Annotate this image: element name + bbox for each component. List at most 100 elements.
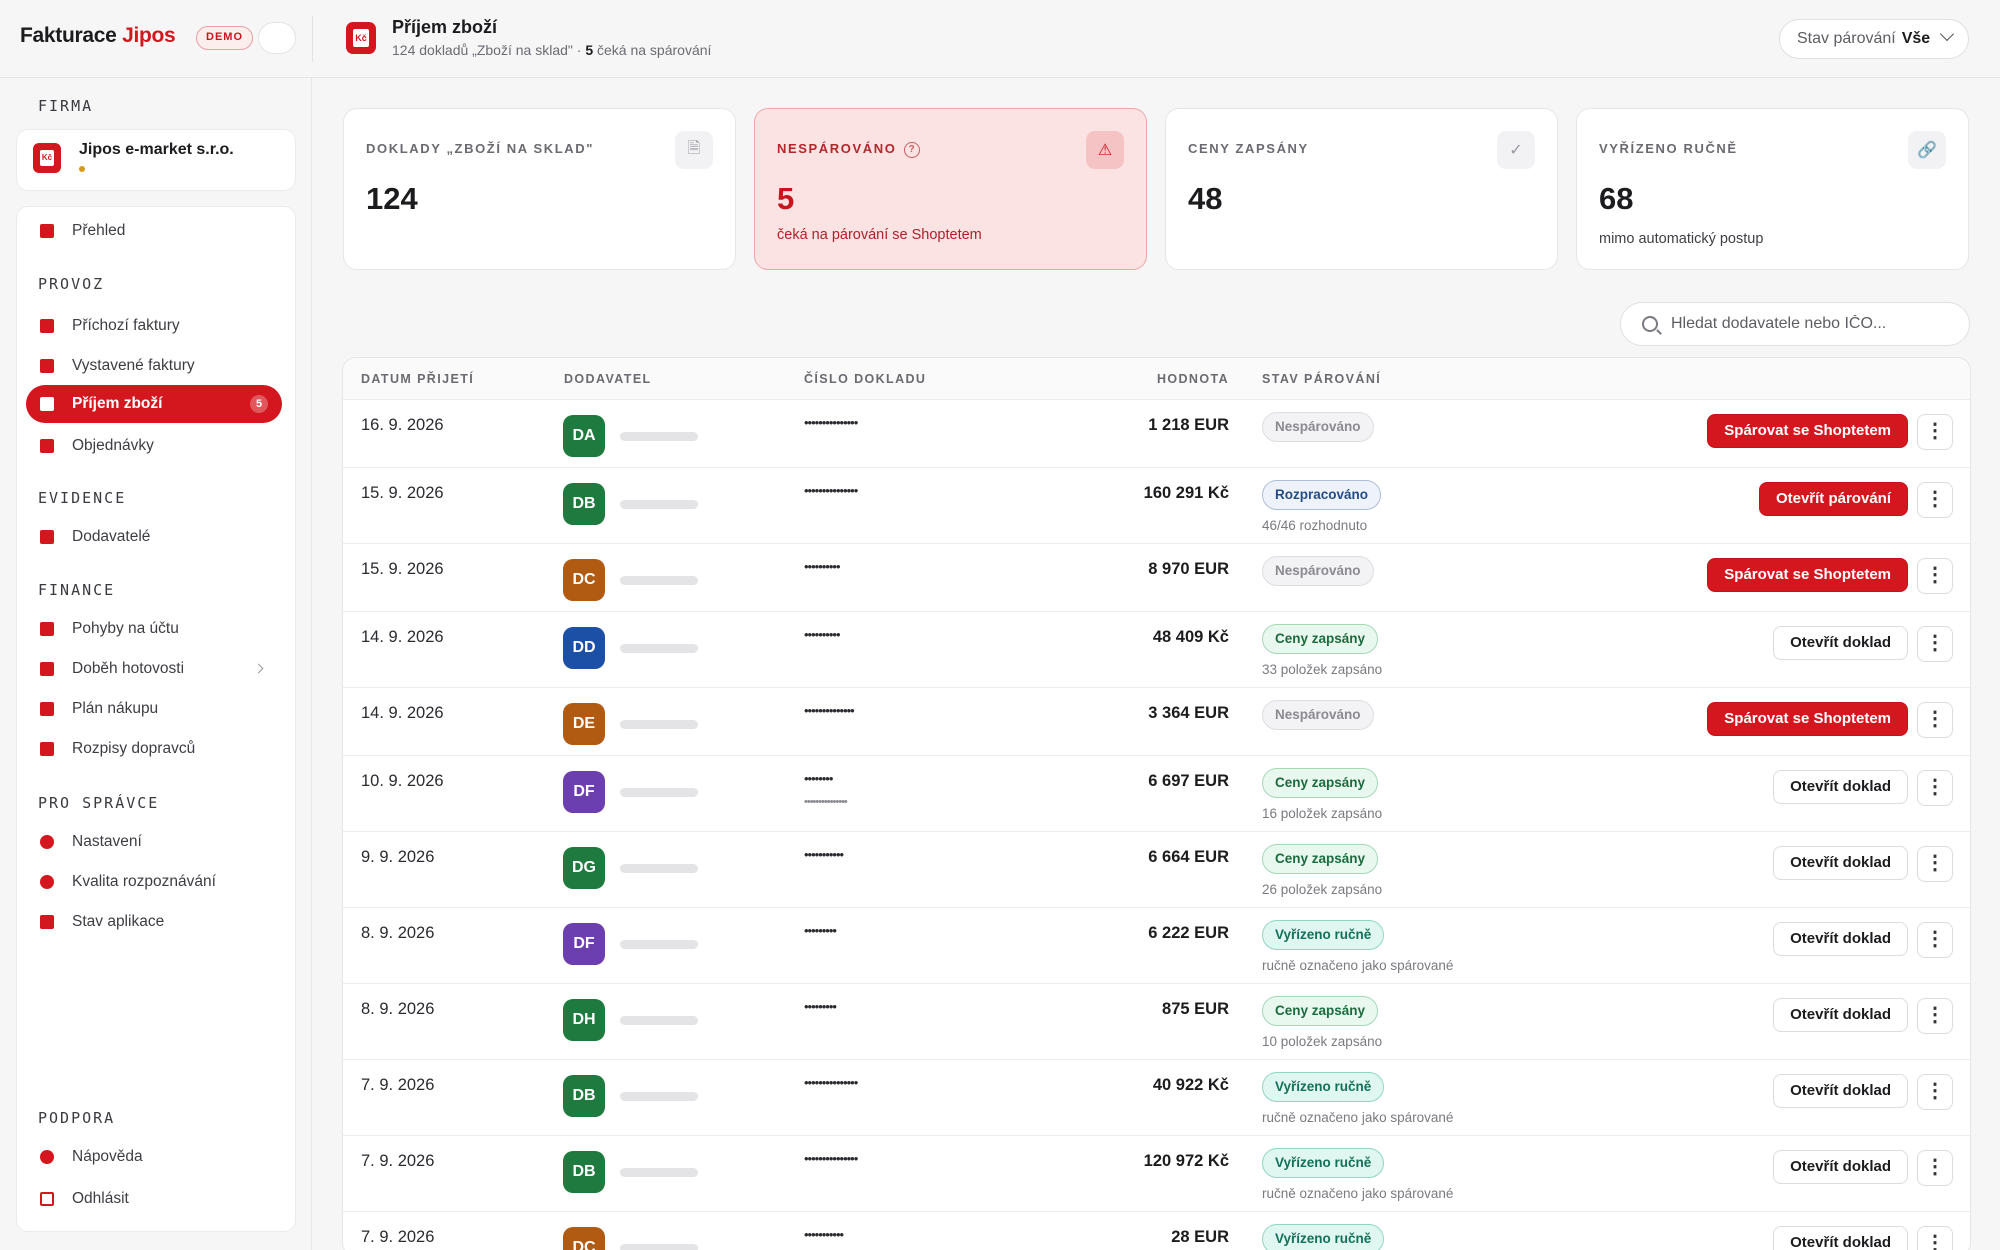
column-header-document[interactable]: ČÍSLO DOKLADU bbox=[804, 372, 926, 386]
section-label-admin: PRO SPRÁVCE bbox=[38, 794, 160, 812]
supplier-avatar: DF bbox=[563, 771, 605, 813]
table-row[interactable]: 14. 9. 2026 DD •••••••••• 48 409 Kč Ceny zap… bbox=[343, 612, 1970, 688]
row-action-button[interactable]: Spárovat se Shoptetem bbox=[1707, 414, 1908, 448]
supplier-name-redacted bbox=[620, 1244, 698, 1250]
row-action-button[interactable]: Otevřít doklad bbox=[1773, 770, 1908, 804]
more-options-icon[interactable]: ⋮ bbox=[1917, 702, 1953, 738]
help-icon[interactable]: ? bbox=[904, 141, 921, 158]
row-action-button[interactable]: Otevřít doklad bbox=[1773, 1150, 1908, 1184]
theme-toggle[interactable] bbox=[258, 22, 296, 54]
more-options-icon[interactable]: ⋮ bbox=[1917, 482, 1953, 518]
sidebar-item-purchase-plan[interactable]: Plán nákupu bbox=[26, 690, 282, 728]
supplier-search[interactable] bbox=[1620, 302, 1970, 346]
pairing-status-filter[interactable]: Stav párování Vše bbox=[1779, 19, 1969, 59]
sidebar-item-incoming-invoices[interactable]: Příchozí faktury bbox=[26, 307, 282, 345]
firm-logo-icon: Kč bbox=[33, 143, 61, 173]
more-options-icon[interactable]: ⋮ bbox=[1917, 1226, 1953, 1250]
table-row[interactable]: 15. 9. 2026 DB ••••••••••••••• 160 291 Kč Ro… bbox=[343, 468, 1970, 544]
sidebar-item-issued-invoices[interactable]: Vystavené faktury bbox=[26, 347, 282, 385]
table-row[interactable]: 9. 9. 2026 DG ••••••••••• 6 664 EUR Ceny zap… bbox=[343, 832, 1970, 908]
more-options-icon[interactable]: ⋮ bbox=[1917, 1150, 1953, 1186]
table-row[interactable]: 7. 9. 2026 DC ••••••••••• 28 EUR Vyřízeno ru… bbox=[343, 1212, 1970, 1250]
document-number: ••••••••••••••• bbox=[804, 415, 858, 430]
more-options-icon[interactable]: ⋮ bbox=[1917, 1074, 1953, 1110]
more-options-icon[interactable]: ⋮ bbox=[1917, 414, 1953, 450]
more-options-icon[interactable]: ⋮ bbox=[1917, 846, 1953, 882]
table-row[interactable]: 16. 9. 2026 DA ••••••••••••••• 1 218 EUR Nes… bbox=[343, 400, 1970, 468]
row-action-button[interactable]: Otevřít doklad bbox=[1773, 922, 1908, 956]
column-header-date[interactable]: DATUM PŘIJETÍ bbox=[361, 372, 474, 386]
section-label-firm: FIRMA bbox=[38, 97, 94, 115]
firm-switcher[interactable]: Kč Jipos e-market s.r.o. bbox=[16, 129, 296, 191]
row-action-button[interactable]: Otevřít doklad bbox=[1773, 998, 1908, 1032]
row-action-button[interactable]: Otevřít párování bbox=[1758, 482, 1908, 516]
main-content: DOKLADY „ZBOŽÍ NA SKLAD" 124 🗎 NESPÁROVÁ… bbox=[313, 78, 2000, 1250]
table-row[interactable]: 7. 9. 2026 DB ••••••••••••••• 40 922 Kč Vyří… bbox=[343, 1060, 1970, 1136]
supplier-name-redacted bbox=[620, 864, 698, 873]
stat-value: 68 bbox=[1599, 181, 1634, 216]
more-options-icon[interactable]: ⋮ bbox=[1917, 626, 1953, 662]
row-action-button[interactable]: Spárovat se Shoptetem bbox=[1707, 702, 1908, 736]
stat-card-manual[interactable]: VYŘÍZENO RUČNĚ 68 mimo automatický postu… bbox=[1576, 108, 1969, 270]
document-number: ••••••••••• bbox=[804, 1227, 844, 1242]
table-row[interactable]: 15. 9. 2026 DC •••••••••• 8 970 EUR Nespárov… bbox=[343, 544, 1970, 612]
column-header-value[interactable]: HODNOTA bbox=[1157, 372, 1229, 386]
receipt-date: 14. 9. 2026 bbox=[361, 704, 444, 722]
receipt-icon: Kč bbox=[346, 22, 376, 54]
column-header-supplier[interactable]: DODAVATEL bbox=[564, 372, 652, 386]
chevron-right-icon bbox=[253, 663, 264, 674]
search-input[interactable] bbox=[1671, 303, 1961, 345]
bank-icon bbox=[40, 622, 54, 636]
more-options-icon[interactable]: ⋮ bbox=[1917, 922, 1953, 958]
sidebar-item-goods-receipt[interactable]: Příjem zboží 5 bbox=[26, 385, 282, 423]
table-row[interactable]: 8. 9. 2026 DH ••••••••• 875 EUR Ceny zapsány… bbox=[343, 984, 1970, 1060]
sidebar-item-orders[interactable]: Objednávky bbox=[26, 427, 282, 465]
chevron-down-icon bbox=[1939, 26, 1955, 42]
sidebar-item-overview[interactable]: Přehled bbox=[26, 212, 282, 250]
status-note: 26 položek zapsáno bbox=[1262, 882, 1383, 897]
receipt-date: 10. 9. 2026 bbox=[361, 772, 444, 790]
section-label-support: PODPORA bbox=[38, 1109, 116, 1127]
stat-card-unmatched[interactable]: NESPÁROVÁNO? 5 čeká na párování se Shopt… bbox=[754, 108, 1147, 270]
header-divider bbox=[312, 16, 313, 62]
row-action-button[interactable]: Otevřít doklad bbox=[1773, 846, 1908, 880]
receipt-date: 8. 9. 2026 bbox=[361, 1000, 435, 1018]
sidebar-item-cash-run[interactable]: Doběh hotovosti bbox=[26, 650, 282, 688]
table-row[interactable]: 7. 9. 2026 DB ••••••••••••••• 120 972 Kč Vyř… bbox=[343, 1136, 1970, 1212]
more-options-icon[interactable]: ⋮ bbox=[1917, 998, 1953, 1034]
status-badge: Vyřízeno ručně bbox=[1262, 1072, 1385, 1102]
table-row[interactable]: 10. 9. 2026 DF •••••••• ••••••••••••••• 6 69… bbox=[343, 756, 1970, 832]
document-value: 875 EUR bbox=[1162, 1000, 1229, 1018]
document-value: 8 970 EUR bbox=[1148, 560, 1229, 578]
stat-card-documents[interactable]: DOKLADY „ZBOŽÍ NA SKLAD" 124 🗎 bbox=[343, 108, 736, 270]
supplier-name-redacted bbox=[620, 432, 698, 441]
sidebar-item-help[interactable]: Nápověda bbox=[26, 1138, 282, 1176]
top-bar: Fakturace Jipos DEMO Kč Příjem zboží 124… bbox=[0, 0, 2000, 78]
more-options-icon[interactable]: ⋮ bbox=[1917, 558, 1953, 594]
supplier-avatar: DE bbox=[563, 703, 605, 745]
table-row[interactable]: 8. 9. 2026 DF ••••••••• 6 222 EUR Vyřízeno r… bbox=[343, 908, 1970, 984]
table-row[interactable]: 14. 9. 2026 DE •••••••••••••• 3 364 EUR Nesp… bbox=[343, 688, 1970, 756]
document-value: 160 291 Kč bbox=[1143, 484, 1229, 502]
row-action-button[interactable]: Otevřít doklad bbox=[1773, 1074, 1908, 1108]
document-number: ••••••••••••••• bbox=[804, 1151, 858, 1166]
app-brand[interactable]: Fakturace Jipos bbox=[20, 24, 176, 48]
stat-card-prices-written[interactable]: CENY ZAPSÁNY 48 ✓ bbox=[1165, 108, 1558, 270]
supplier-avatar: DA bbox=[563, 415, 605, 457]
row-action-button[interactable]: Spárovat se Shoptetem bbox=[1707, 558, 1908, 592]
stat-value: 48 bbox=[1188, 181, 1223, 216]
chart-icon bbox=[40, 662, 54, 676]
sidebar-item-recognition-quality[interactable]: Kvalita rozpoznávání bbox=[26, 863, 282, 901]
sidebar-item-settings[interactable]: Nastavení bbox=[26, 823, 282, 861]
sidebar-item-logout[interactable]: Odhlásit bbox=[26, 1180, 282, 1218]
brand-name: Fakturace bbox=[20, 24, 117, 47]
column-header-status[interactable]: STAV PÁROVÁNÍ bbox=[1262, 372, 1381, 386]
sidebar-item-suppliers[interactable]: Dodavatelé bbox=[26, 518, 282, 556]
sidebar-item-app-status[interactable]: Stav aplikace bbox=[26, 903, 282, 941]
more-options-icon[interactable]: ⋮ bbox=[1917, 770, 1953, 806]
sidebar-item-bank-movements[interactable]: Pohyby na účtu bbox=[26, 610, 282, 648]
filter-value: Vše bbox=[1901, 30, 1931, 47]
row-action-button[interactable]: Otevřít doklad bbox=[1773, 626, 1908, 660]
sidebar-item-carrier-statements[interactable]: Rozpisy dopravců bbox=[26, 730, 282, 768]
row-action-button[interactable]: Otevřít doklad bbox=[1773, 1226, 1908, 1250]
